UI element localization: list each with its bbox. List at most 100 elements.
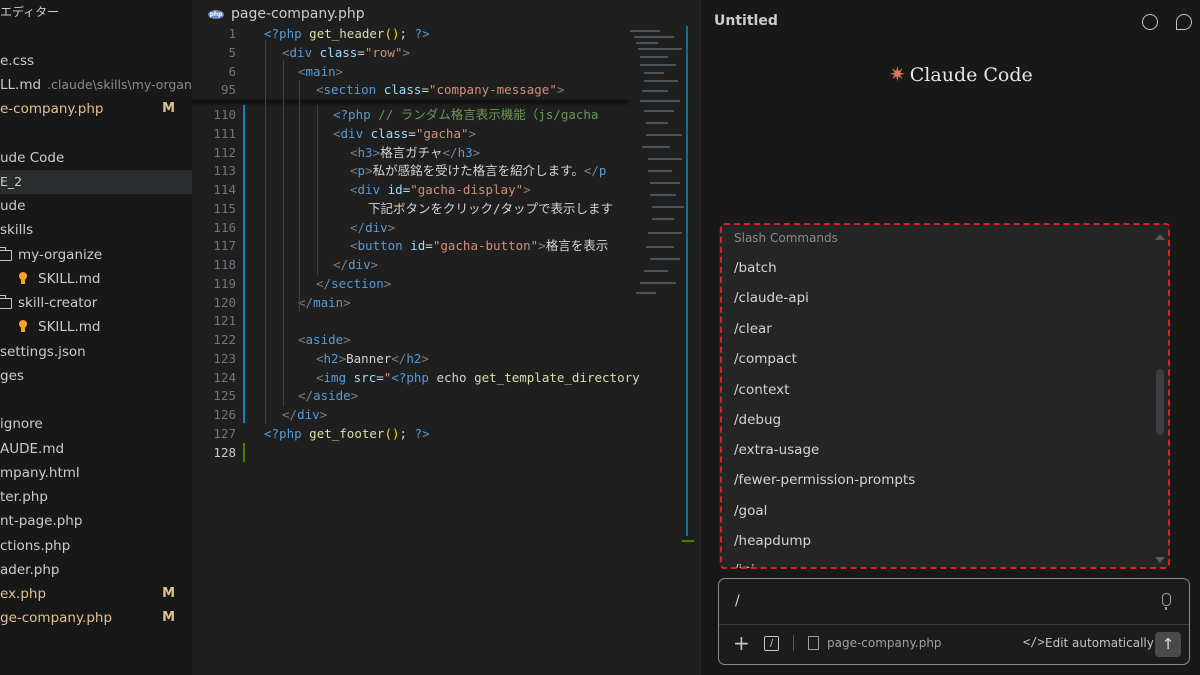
code-line[interactable]: 120 </main>	[192, 293, 700, 312]
code-line[interactable]: 125 </aside>	[192, 386, 700, 405]
line-number: 113	[213, 163, 236, 178]
folder-item[interactable]: ude	[0, 194, 192, 218]
panel-title: Untitled	[714, 13, 778, 29]
folder-item[interactable]: ges	[0, 364, 192, 388]
file-label: ge-company.php	[0, 610, 113, 626]
file-item[interactable]: mpany.html	[0, 461, 192, 485]
microphone-icon[interactable]	[1162, 593, 1171, 610]
skill-file-icon	[19, 320, 27, 332]
line-number: 124	[213, 370, 236, 385]
code-line[interactable]: 118 </div>	[192, 255, 700, 274]
code-line[interactable]: 6 <main>	[192, 62, 700, 81]
editor-scrollbar[interactable]	[686, 26, 688, 536]
code-editor[interactable]: php page-company.php 1 <?php get_header();…	[192, 0, 700, 675]
menu-item[interactable]: /claude-api	[734, 287, 809, 309]
folder-item[interactable]: skills	[0, 218, 192, 242]
file-item[interactable]: AUDE.md	[0, 437, 192, 461]
php-file-icon: php	[208, 9, 224, 19]
file-item[interactable]: ignore	[0, 412, 192, 436]
file-icon	[808, 636, 819, 650]
file-label: ctions.php	[0, 538, 71, 554]
line-number: 6	[228, 64, 236, 79]
menu-item[interactable]: /ini	[734, 559, 755, 568]
menu-item[interactable]: /compact	[734, 348, 797, 370]
menu-item[interactable]: /goal	[734, 500, 767, 522]
file-item[interactable]: ctions.php	[0, 534, 192, 558]
editor-tab[interactable]: php page-company.php	[208, 3, 365, 25]
code-line[interactable]: 122 <aside>	[192, 330, 700, 349]
menu-scrollbar-thumb[interactable]	[1156, 369, 1164, 435]
folder-item[interactable]: E_2	[0, 170, 192, 194]
code-line[interactable]: 112 <h3>格言ガチャ</h3>	[192, 143, 700, 162]
folder-item[interactable]: skill-creator	[0, 291, 192, 315]
file-label: ter.php	[0, 489, 48, 505]
code-line[interactable]: 95 <section class="company-message">	[192, 80, 700, 99]
code-line[interactable]: 1 <?php get_header(); ?>	[192, 24, 700, 43]
line-number: 123	[213, 351, 236, 366]
code-line[interactable]: 123 <h2>Banner</h2>	[192, 349, 700, 368]
code-line[interactable]: 5 <div class="row">	[192, 43, 700, 62]
edit-mode-button[interactable]: Edit automatically	[1045, 636, 1154, 650]
line-number: 114	[213, 182, 236, 197]
code-line[interactable]: 117 <button id="gacha-button">格言を表示	[192, 236, 700, 255]
file-item[interactable]: LL.md .claude\skills\my-organize	[0, 73, 192, 97]
prompt-input-box[interactable]: / + / page-company.php </> Edit automati…	[718, 578, 1190, 665]
folder-item[interactable]: ude Code	[0, 146, 192, 170]
code-line[interactable]: 115 下記ボタンをクリック/タップで表示します	[192, 199, 700, 218]
file-item[interactable]: nt-page.php	[0, 509, 192, 533]
code-line[interactable]: 119 </section>	[192, 274, 700, 293]
line-number: 115	[213, 201, 236, 216]
menu-item[interactable]: /heapdump	[734, 530, 811, 552]
line-number: 120	[213, 295, 236, 310]
code-line[interactable]: 127 <?php get_footer(); ?>	[192, 424, 700, 443]
code-line[interactable]: 116 </div>	[192, 218, 700, 237]
file-item[interactable]: ge-company.php M	[0, 606, 192, 630]
menu-item[interactable]: /extra-usage	[734, 439, 819, 461]
code-line[interactable]: 128	[192, 443, 700, 462]
menu-item[interactable]: /debug	[734, 409, 781, 431]
slash-command-button[interactable]: /	[764, 636, 779, 651]
send-button[interactable]: ↑	[1155, 632, 1181, 657]
menu-item[interactable]: /fewer-permission-prompts	[734, 469, 915, 491]
file-item[interactable]: ader.php	[0, 558, 192, 582]
file-item[interactable]: e-company.php M	[0, 97, 192, 121]
add-attachment-button[interactable]: +	[733, 633, 750, 653]
gutter-modified-marker	[243, 105, 245, 423]
history-icon[interactable]	[1142, 14, 1158, 30]
new-chat-icon[interactable]	[1176, 14, 1192, 30]
file-item[interactable]: ter.php	[0, 485, 192, 509]
file-item[interactable]: SKILL.md	[0, 267, 192, 291]
line-number: 118	[213, 257, 236, 272]
file-item[interactable]: SKILL.md	[0, 315, 192, 339]
toolbar-separator	[793, 635, 794, 651]
scroll-down-arrow-icon[interactable]	[1155, 557, 1165, 563]
file-label: mpany.html	[0, 465, 80, 481]
line-number: 116	[213, 220, 236, 235]
menu-item[interactable]: /context	[734, 379, 789, 401]
prompt-input[interactable]: /	[735, 593, 740, 609]
scroll-up-arrow-icon[interactable]	[1155, 234, 1165, 240]
file-item[interactable]: ex.php M	[0, 582, 192, 606]
explorer-header-label: エディター	[0, 5, 60, 19]
modified-badge: M	[162, 101, 175, 116]
minimap[interactable]	[628, 26, 686, 306]
sticky-scroll-divider	[192, 100, 628, 102]
context-file-label[interactable]: page-company.php	[827, 636, 942, 650]
file-item[interactable]: e.css	[0, 49, 192, 73]
folder-item[interactable]: my-organize	[0, 243, 192, 267]
code-line[interactable]: 111 <div class="gacha">	[192, 124, 700, 143]
menu-item[interactable]: /clear	[734, 318, 772, 340]
line-number: 1	[228, 26, 236, 41]
code-line[interactable]: 121	[192, 311, 700, 330]
code-line[interactable]: 124 <img src="<?php echo get_template_dir…	[192, 368, 700, 387]
code-line[interactable]: 110 <?php // ランダム格言表示機能（js/gacha	[192, 105, 700, 124]
file-item[interactable]: settings.json	[0, 340, 192, 364]
code-line[interactable]: 114 <div id="gacha-display">	[192, 180, 700, 199]
menu-item[interactable]: /batch	[734, 257, 777, 279]
overview-ruler-mark	[682, 540, 694, 542]
folder-open-icon	[0, 247, 12, 261]
code-line[interactable]: 113 <p>私が感銘を受けた格言を紹介します。</p	[192, 161, 700, 180]
file-label: ader.php	[0, 562, 60, 578]
code-line[interactable]: 126 </div>	[192, 405, 700, 424]
file-label: e.css	[0, 53, 35, 69]
